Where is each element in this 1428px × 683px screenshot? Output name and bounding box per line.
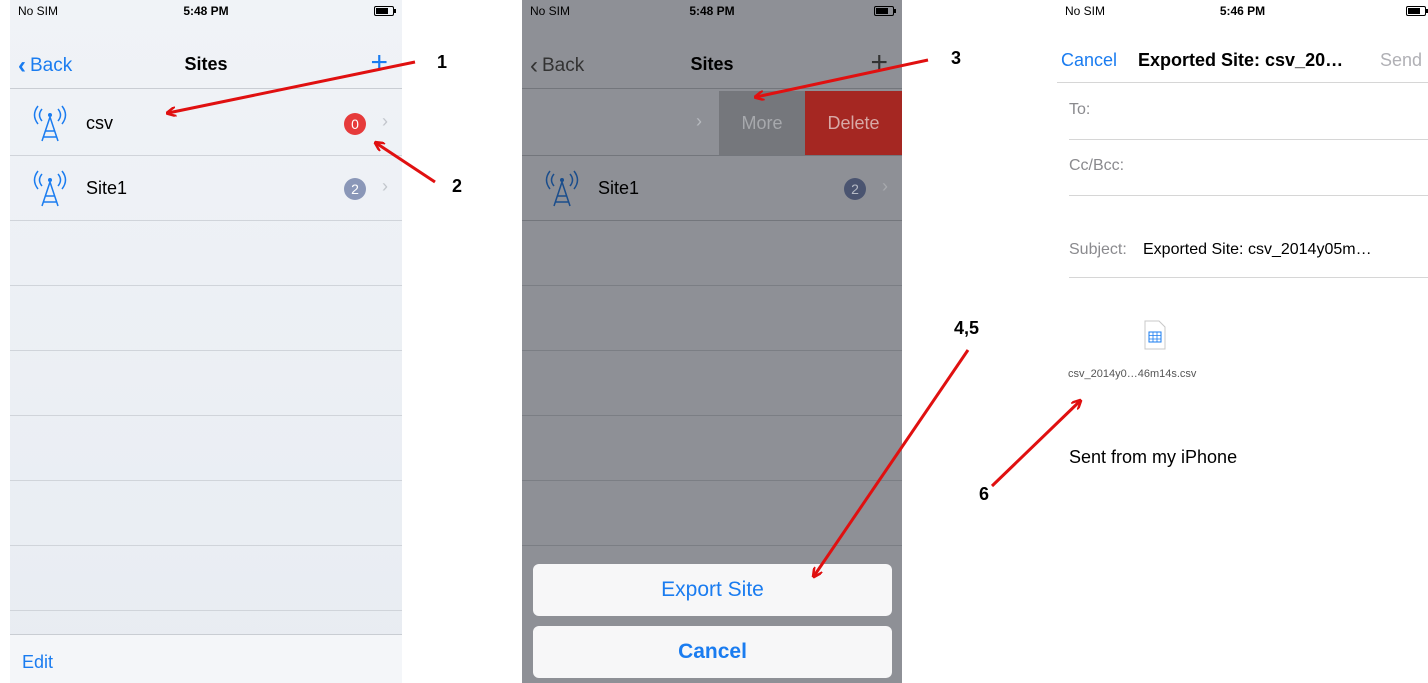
annotation-number-3: 3	[951, 48, 962, 68]
annotation-number-2: 2	[452, 176, 463, 196]
arrow-6	[990, 401, 1080, 488]
annotation-number-45: 4,5	[954, 318, 980, 338]
arrow-3	[756, 58, 929, 97]
annotation-number-6: 6	[979, 484, 990, 504]
arrow-2	[376, 143, 436, 184]
arrow-1	[168, 60, 416, 113]
annotation-overlay	[0, 58, 1428, 683]
arrow-45	[814, 349, 970, 576]
annotation-number-1: 1	[437, 52, 448, 72]
